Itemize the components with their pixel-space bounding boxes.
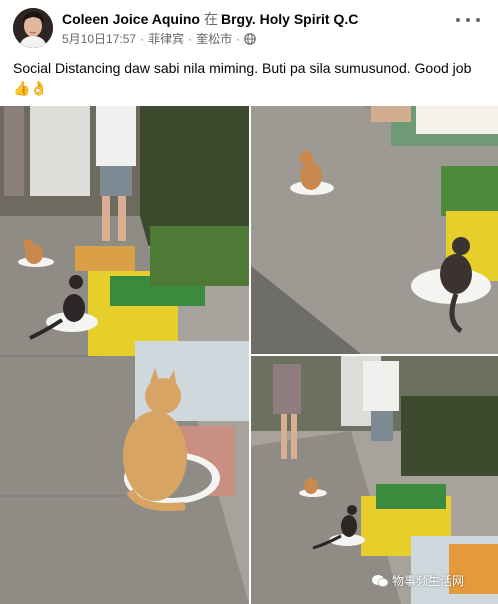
more-options-icon[interactable] — [456, 12, 480, 28]
location-link[interactable]: Brgy. Holy Spirit Q.C — [221, 11, 358, 27]
sidewalk-cats-photo[interactable] — [251, 106, 498, 354]
location-prefix: 在 — [203, 11, 218, 27]
post-caption: Social Distancing daw sabi nila miming. … — [13, 60, 472, 96]
sidewalk-cats-image — [251, 106, 498, 354]
watermark-text: 物事频生活网 — [392, 574, 465, 588]
more-dot — [466, 18, 470, 22]
meta-dot: · — [188, 31, 193, 46]
avatar-image — [13, 8, 53, 48]
meta-dot: · — [236, 31, 241, 46]
market-cats-image — [0, 106, 249, 604]
street-market-cats-photo[interactable] — [251, 356, 498, 604]
globe-icon[interactable] — [244, 32, 256, 45]
market-cats-photo[interactable] — [0, 106, 249, 604]
watermark: 物事频生活网 — [372, 572, 464, 589]
post-header: Coleen Joice Aquino 在 Brgy. Holy Spirit Q.… — [0, 0, 498, 52]
street-market-cats-image — [251, 356, 498, 604]
photo-grid — [0, 106, 498, 604]
chat-bubble-icon — [372, 574, 388, 587]
author-line: Coleen Joice Aquino 在 Brgy. Holy Spirit Q.… — [62, 9, 358, 29]
more-dot — [456, 18, 460, 22]
author-avatar[interactable] — [13, 8, 53, 48]
post-country[interactable]: 菲律宾 — [148, 30, 184, 47]
more-dot — [476, 18, 480, 22]
author-name[interactable]: Coleen Joice Aquino — [62, 11, 200, 27]
post-date[interactable]: 5月10日17:57 — [62, 30, 136, 47]
post-city[interactable]: 奎松市 — [196, 30, 232, 47]
post-meta: 5月10日17:57 · 菲律宾 · 奎松市 · — [62, 30, 256, 47]
meta-dot: · — [140, 31, 145, 46]
